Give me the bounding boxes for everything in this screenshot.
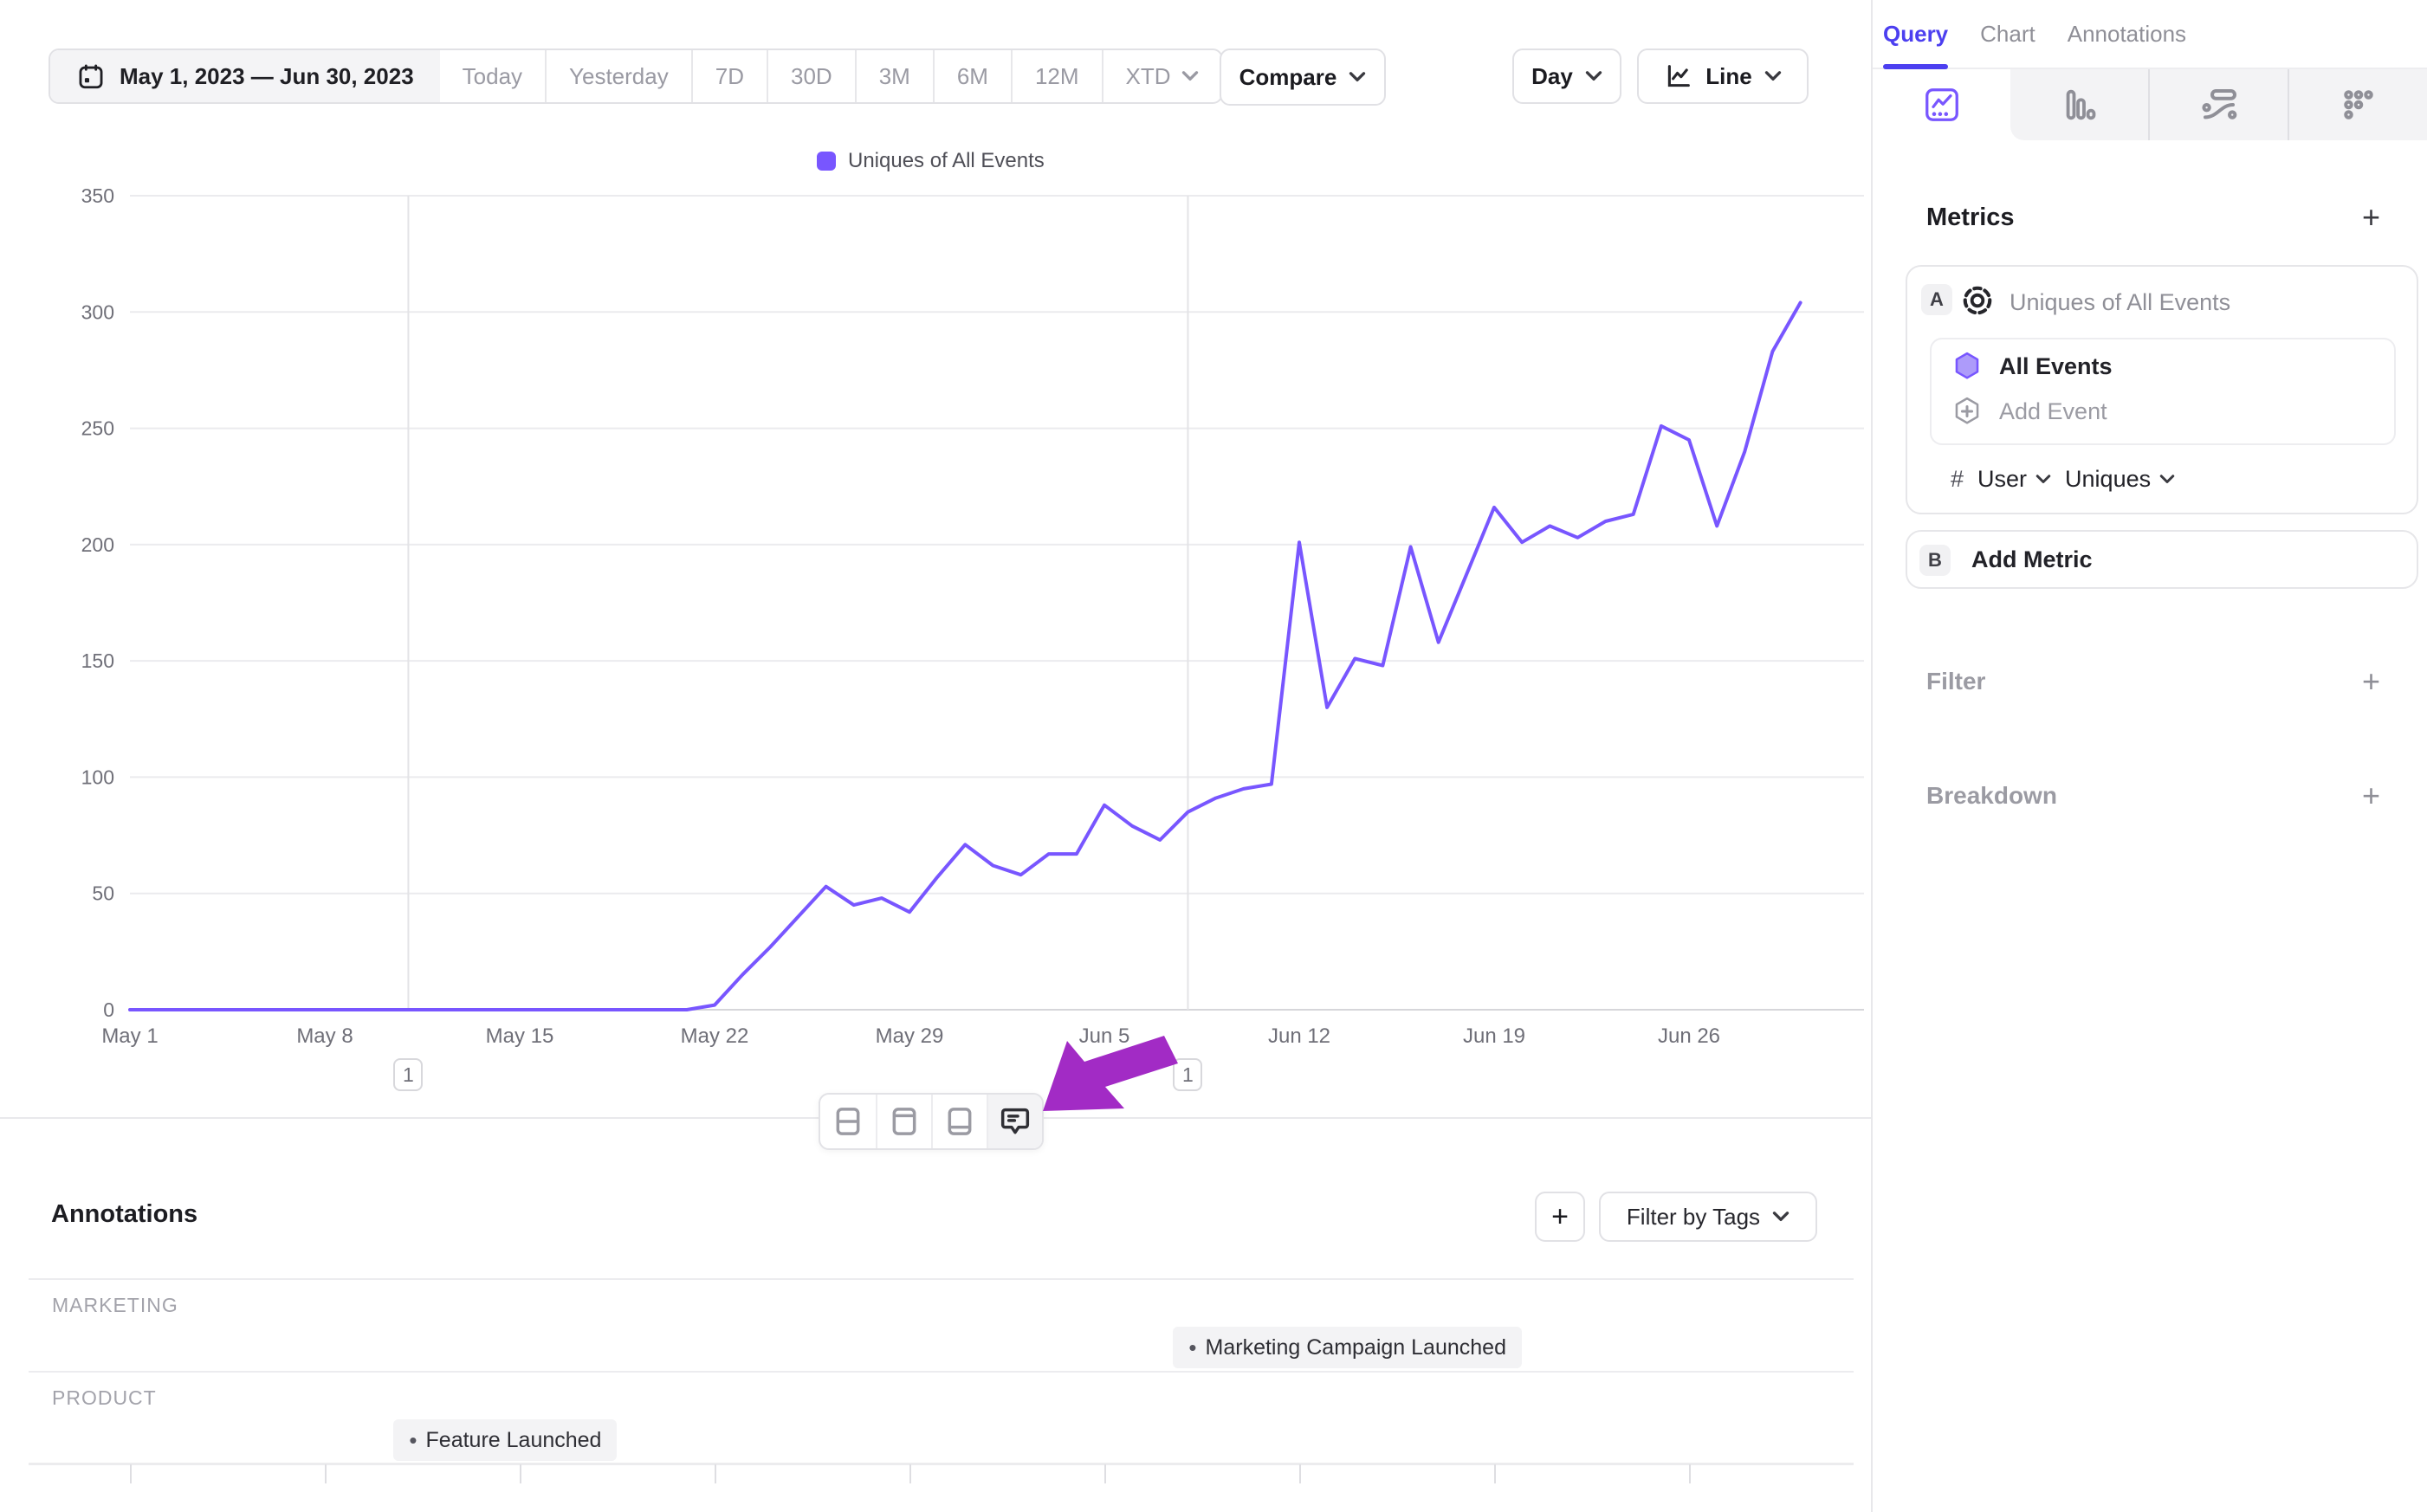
y-tick-label: 350 <box>81 184 114 207</box>
x-tick-label: May 15 <box>486 1024 554 1048</box>
filter-by-tags-label: Filter by Tags <box>1627 1204 1760 1231</box>
add-event-label: Add Event <box>1999 398 2107 425</box>
event-row-all-events[interactable]: All Events <box>1951 350 2113 383</box>
metric-card-a[interactable]: A Uniques of All Events All Events <box>1906 265 2418 514</box>
grid-dots-icon <box>2339 85 2378 125</box>
query-sidebar: Query Chart Annotations Metrics + A Unique… <box>1871 0 2427 1512</box>
hexagon-icon <box>1951 350 1984 383</box>
x-tick-label: Jun 12 <box>1268 1024 1330 1048</box>
plus-icon: + <box>1551 1200 1569 1234</box>
annotation-category-label: MARKETING <box>52 1294 178 1317</box>
timeline-tick <box>130 1464 132 1483</box>
y-tick-label: 200 <box>81 533 114 556</box>
grid-dots-view-tab[interactable] <box>2288 69 2427 140</box>
timeline-tick <box>1104 1464 1106 1483</box>
filter-section-title: Filter <box>1926 668 1985 695</box>
chart-type-selector <box>1873 69 2427 140</box>
y-tick-label: 0 <box>103 998 114 1021</box>
x-tick-label: May 29 <box>876 1024 944 1048</box>
row-divider <box>29 1371 1854 1373</box>
flow-icon <box>2198 84 2240 126</box>
timeline-tick <box>1299 1464 1301 1483</box>
tab-query[interactable]: Query <box>1883 0 1948 68</box>
metrics-title: Metrics <box>1926 204 2015 232</box>
metric-a-badge: A <box>1921 284 1952 315</box>
annotation-item-label: Marketing Campaign Launched <box>1206 1335 1506 1360</box>
flow-view-tab[interactable] <box>2148 69 2288 140</box>
panel-split-toggle[interactable] <box>820 1095 876 1148</box>
add-filter-plus-icon[interactable]: + <box>2362 663 2380 700</box>
annotation-category-label: PRODUCT <box>52 1386 157 1410</box>
metric-a-name: Uniques of All Events <box>2010 289 2230 316</box>
tab-chart[interactable]: Chart <box>1980 0 2035 68</box>
measure-gear-icon[interactable] <box>1961 284 1994 321</box>
add-metric-plus-icon[interactable]: + <box>2362 199 2380 236</box>
measure-entity-select[interactable]: User <box>1977 466 2051 493</box>
add-event-row[interactable]: Add Event <box>1951 395 2107 428</box>
x-tick-label: Jun 19 <box>1463 1024 1525 1048</box>
x-tick-label: May 22 <box>681 1024 749 1048</box>
annotation-item-badge[interactable]: • Feature Launched <box>393 1419 617 1461</box>
breakdown-section-title: Breakdown <box>1926 782 2057 810</box>
line-chart-icon <box>1922 85 1962 125</box>
sidebar-tabs: Query Chart Annotations <box>1873 0 2427 69</box>
pointer-arrow <box>1031 1018 1204 1126</box>
add-metric-label: Add Metric <box>1971 546 2093 573</box>
add-annotation-button[interactable]: + <box>1535 1192 1585 1242</box>
event-card: All Events Add Event <box>1930 338 2396 445</box>
bar-chart-icon <box>2060 85 2100 125</box>
line-chart: 0 50 100 150 200 250 300 350 May 1 May 8 May 15 May… <box>0 0 1871 1091</box>
chevron-down-icon <box>1772 1211 1790 1223</box>
bar-chart-view-tab[interactable] <box>2010 69 2148 140</box>
annotation-item-label: Feature Launched <box>426 1428 602 1453</box>
add-metric-card[interactable]: B Add Metric <box>1906 530 2418 589</box>
event-label: All Events <box>1999 353 2113 380</box>
y-tick-label: 100 <box>81 766 114 788</box>
panel-top-icon <box>887 1104 922 1139</box>
timeline-tick <box>1689 1464 1691 1483</box>
panel-bottom-toggle[interactable] <box>931 1095 987 1148</box>
metric-b-badge: B <box>1919 545 1951 576</box>
annotation-count-badge[interactable]: 1 <box>393 1058 423 1091</box>
series-line <box>130 303 1801 1011</box>
measure-type-label: Uniques <box>2065 466 2151 493</box>
timeline-tick <box>520 1464 521 1483</box>
timeline-tick <box>909 1464 911 1483</box>
y-tick-label: 150 <box>81 649 114 672</box>
row-divider <box>29 1278 1854 1280</box>
measure-type-select[interactable]: Uniques <box>2065 466 2175 493</box>
timeline-tick <box>1494 1464 1496 1483</box>
comment-icon <box>998 1104 1032 1139</box>
bullet-icon: • <box>1188 1334 1196 1361</box>
annotation-item-badge[interactable]: • Marketing Campaign Launched <box>1173 1327 1522 1368</box>
panel-top-toggle[interactable] <box>876 1095 931 1148</box>
x-tick-label: May 8 <box>296 1024 353 1048</box>
y-tick-label: 300 <box>81 300 114 323</box>
hexagon-plus-icon <box>1951 395 1984 428</box>
y-tick-label: 50 <box>92 882 114 905</box>
measure-row: # User Uniques <box>1951 466 2175 493</box>
annotations-timeline-axis <box>29 1463 1854 1465</box>
y-tick-label: 250 <box>81 417 114 440</box>
bullet-icon: • <box>409 1427 417 1454</box>
timeline-tick <box>325 1464 327 1483</box>
chart-footer-toolbar <box>819 1093 1044 1150</box>
line-chart-view-tab[interactable] <box>1873 69 2010 140</box>
tab-annotations[interactable]: Annotations <box>2068 0 2186 68</box>
x-tick-label: May 1 <box>101 1024 158 1048</box>
add-breakdown-plus-icon[interactable]: + <box>2362 778 2380 814</box>
filter-by-tags-button[interactable]: Filter by Tags <box>1599 1192 1817 1242</box>
measure-entity-label: User <box>1977 466 2027 493</box>
chevron-down-icon <box>2159 474 2175 485</box>
panel-bottom-icon <box>942 1104 977 1139</box>
chevron-down-icon <box>2035 474 2051 485</box>
panel-split-icon <box>831 1104 865 1139</box>
annotations-panel-title: Annotations <box>51 1200 197 1229</box>
hash-icon: # <box>1951 466 1964 493</box>
timeline-tick <box>715 1464 716 1483</box>
x-tick-label: Jun 26 <box>1658 1024 1720 1048</box>
